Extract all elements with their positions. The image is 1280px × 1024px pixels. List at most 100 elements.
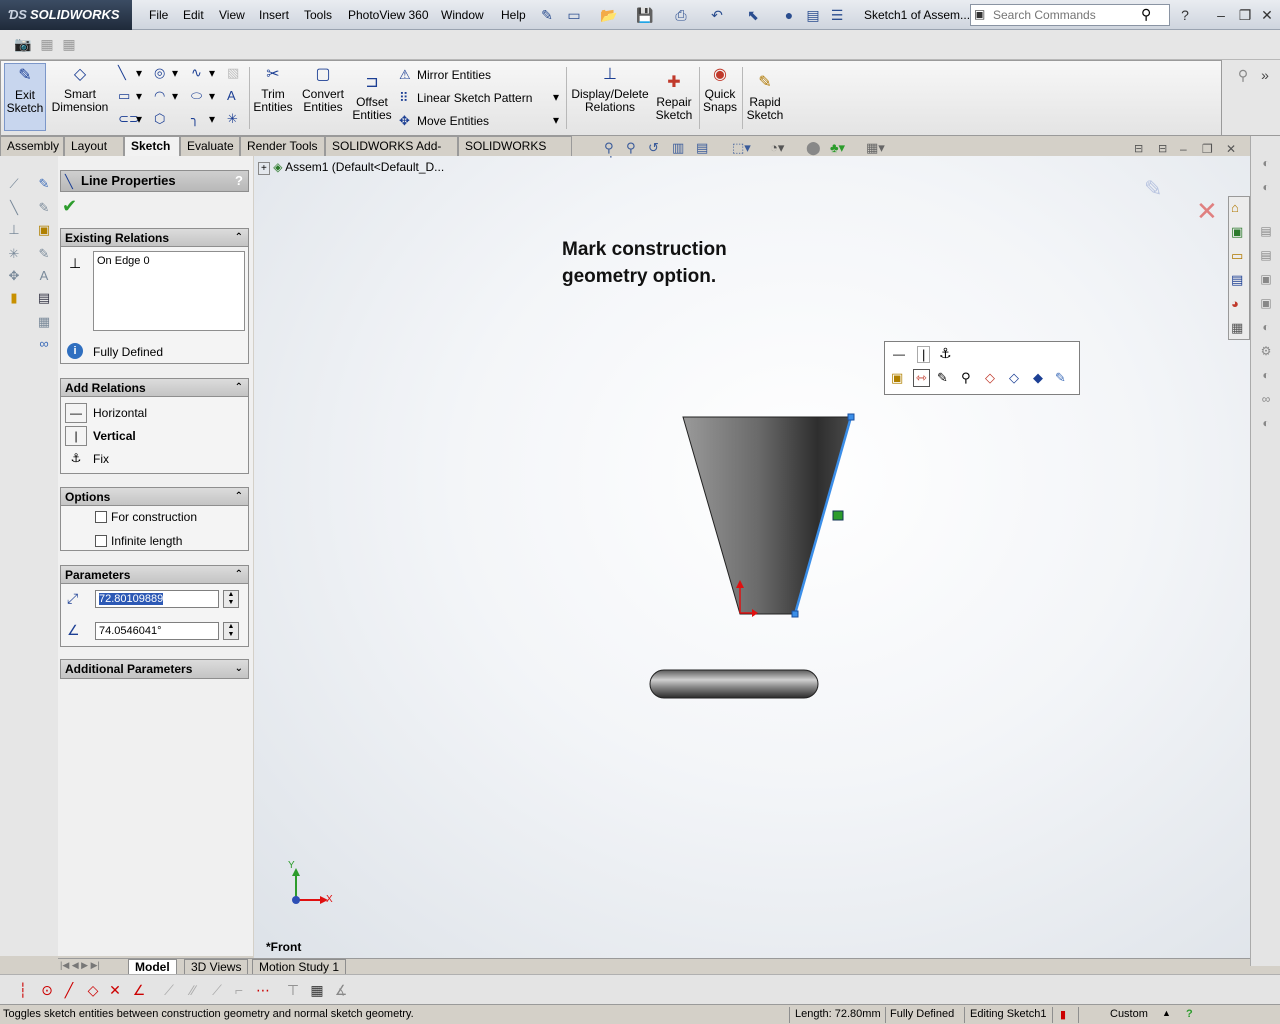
tab-3d-views[interactable]: 3D Views <box>184 959 249 975</box>
dynamic-annotation-icon[interactable]: ▤ <box>696 140 708 156</box>
edit-sketch-icon[interactable]: ✎ <box>36 246 52 262</box>
options-header[interactable]: Options ⌃ <box>61 488 248 506</box>
database-icon[interactable]: ▤ <box>1257 246 1275 264</box>
solidworks-logo[interactable]: ƊS SOLIDWORKS <box>0 0 132 30</box>
doc-restore-icon[interactable]: ❐ <box>1202 142 1213 156</box>
point-icon[interactable]: ✳ <box>6 246 22 262</box>
vertical-icon[interactable]: | <box>917 346 931 363</box>
tag-icon[interactable]: ◇ <box>1009 370 1019 386</box>
cancel-corner-icon[interactable]: ✕ <box>1196 197 1218 227</box>
doc-minimize-icon[interactable]: – <box>1180 142 1187 156</box>
relation-icon[interactable]: ⟋ <box>6 176 22 192</box>
move-dropdown[interactable]: ▾ <box>553 113 559 127</box>
cone-body[interactable] <box>682 416 852 615</box>
link-icon[interactable]: ∞ <box>1257 390 1275 408</box>
additional-parameters-header[interactable]: Additional Parameters ⌄ <box>61 660 248 678</box>
settings-icon[interactable]: ⚙ <box>1257 342 1275 360</box>
close-icon[interactable]: ✕ <box>1258 6 1276 24</box>
dimension-icon[interactable]: ⊤ <box>284 981 302 999</box>
polygon-button[interactable]: ⬡ <box>154 111 172 127</box>
infinite-length-checkbox[interactable] <box>95 535 107 547</box>
collapse-icon[interactable]: ⌃ <box>235 379 243 397</box>
rebuild-icon[interactable]: ● <box>780 6 798 24</box>
tab-motion-study[interactable]: Motion Study 1 <box>252 959 347 975</box>
file-properties-icon[interactable]: ▤ <box>804 6 822 24</box>
horizontal-icon[interactable]: — <box>893 347 905 361</box>
search-icon[interactable]: ⚲ <box>1234 66 1252 84</box>
print-icon[interactable]: ⎙ <box>672 6 690 24</box>
sketch-icon[interactable]: ✎ <box>1055 370 1066 386</box>
tangent-icon[interactable]: ⟋ <box>160 981 178 999</box>
tab-assembly[interactable]: Assembly <box>0 136 64 156</box>
search-icon[interactable]: ⚲ <box>1141 6 1151 23</box>
zoom-icon[interactable]: ⚲ <box>961 370 971 386</box>
relation-horizontal[interactable]: — Horizontal <box>61 403 248 423</box>
tab-evaluate[interactable]: Evaluate <box>180 136 240 156</box>
units-selector[interactable]: Custom <box>1110 1008 1148 1020</box>
menu-file[interactable]: File <box>149 8 168 22</box>
resources-icon[interactable]: ▣ <box>1231 224 1243 240</box>
relation-marker-icon[interactable] <box>832 510 844 521</box>
edit-sketch-icon[interactable]: ✎ <box>937 370 948 386</box>
angle-spinner[interactable]: ▲ ▼ <box>223 622 239 640</box>
link-icon[interactable]: ∞ <box>36 336 52 352</box>
line-endpoint[interactable] <box>791 610 799 618</box>
menu-tools[interactable]: Tools <box>304 8 332 22</box>
menu-window[interactable]: Window <box>441 8 484 22</box>
repair-sketch-button[interactable]: ✚ Repair Sketch <box>653 71 695 122</box>
exit-sketch-button[interactable]: ✎ Exit Sketch <box>4 63 46 131</box>
graphics-area[interactable]: + ◈ Assem1 (Default<Default_D... ⚲ Mark … <box>254 156 1250 958</box>
search-input[interactable] <box>993 7 1133 23</box>
ellipse-button[interactable]: ⬭ ▾ <box>191 88 215 104</box>
parameters-header[interactable]: Parameters ⌃ <box>61 566 248 584</box>
arc-button[interactable]: ◠ ▾ <box>154 88 178 104</box>
diamond-icon[interactable]: ◆ <box>1033 370 1043 386</box>
display-delete-relations-button[interactable]: ⊥ Display/Delete Relations <box>571 63 649 114</box>
fix-icon[interactable]: ⚓ <box>939 345 952 362</box>
quick-snaps-button[interactable]: ◉ Quick Snaps <box>701 63 739 114</box>
fillet-button[interactable]: ╮ ▾ <box>191 111 215 127</box>
help-icon[interactable]: ? <box>235 171 243 191</box>
circle-center-icon[interactable]: ⊙ <box>38 981 56 999</box>
view-settings-icon[interactable]: ▦▾ <box>866 140 885 156</box>
previous-view-icon[interactable]: ↺ <box>648 140 659 156</box>
restore-icon[interactable]: ❐ <box>1236 6 1254 24</box>
corner-icon[interactable]: ⌐ <box>230 981 248 999</box>
collapse-icon[interactable]: ⌃ <box>235 229 243 247</box>
recall-icon[interactable]: ◐ <box>1257 414 1275 432</box>
doc-close-icon[interactable]: ✕ <box>1226 142 1236 156</box>
angle-snap-icon[interactable]: ∡ <box>332 981 350 999</box>
open-icon[interactable]: 📂 <box>600 6 618 24</box>
expand-icon[interactable]: » <box>1256 66 1274 84</box>
tab-layout[interactable]: Layout <box>64 136 124 156</box>
line-icon[interactable]: ╱ <box>60 981 78 999</box>
search-commands[interactable]: ▣ ⚲ <box>970 4 1170 26</box>
forum-icon[interactable]: ◐ <box>1257 366 1275 384</box>
existing-relations-header[interactable]: Existing Relations ⌃ <box>61 229 248 247</box>
camera-icon[interactable]: 📷 <box>14 35 32 53</box>
layer-properties-icon[interactable]: ▦ <box>60 35 78 53</box>
tab-model[interactable]: Model <box>128 959 177 975</box>
construction-geometry-icon[interactable]: ⇿ <box>913 369 930 387</box>
rectangle-button[interactable]: ▭ ▾ <box>118 88 142 104</box>
line-icon[interactable]: ╲ <box>6 200 22 216</box>
menu-photoview[interactable]: PhotoView 360 <box>348 8 429 22</box>
tab-addins[interactable]: SOLIDWORKS Add-Ins <box>325 136 458 171</box>
length-field[interactable]: 72.80109889 <box>95 590 219 608</box>
view-orientation-icon[interactable]: ⬚▾ <box>732 140 751 156</box>
rebuild-status-icon[interactable]: ▮ <box>1060 1008 1066 1021</box>
layer-icon[interactable]: ▦ <box>38 35 56 53</box>
slot-button[interactable]: ⊂⊃▾ <box>118 111 142 127</box>
line-button[interactable]: ╲ ▾ <box>118 65 142 81</box>
convert-entities-button[interactable]: ▢ Convert Entities <box>299 63 347 114</box>
view-palette-icon[interactable]: ▣ <box>1257 270 1275 288</box>
section-view-icon[interactable]: ▥ <box>672 140 684 156</box>
add-relations-header[interactable]: Add Relations ⌃ <box>61 379 248 397</box>
angle-field[interactable]: 74.0546041° <box>95 622 219 640</box>
menu-view[interactable]: View <box>219 8 245 22</box>
list-item[interactable]: On Edge 0 <box>97 255 241 267</box>
home-icon[interactable]: ⌂ <box>1231 200 1239 215</box>
exit-sketch-corner-icon[interactable]: ✎ <box>1144 177 1162 202</box>
save-icon[interactable]: ▤ <box>36 290 52 306</box>
tile-horizontal-icon[interactable]: ⊟ <box>1134 142 1143 155</box>
